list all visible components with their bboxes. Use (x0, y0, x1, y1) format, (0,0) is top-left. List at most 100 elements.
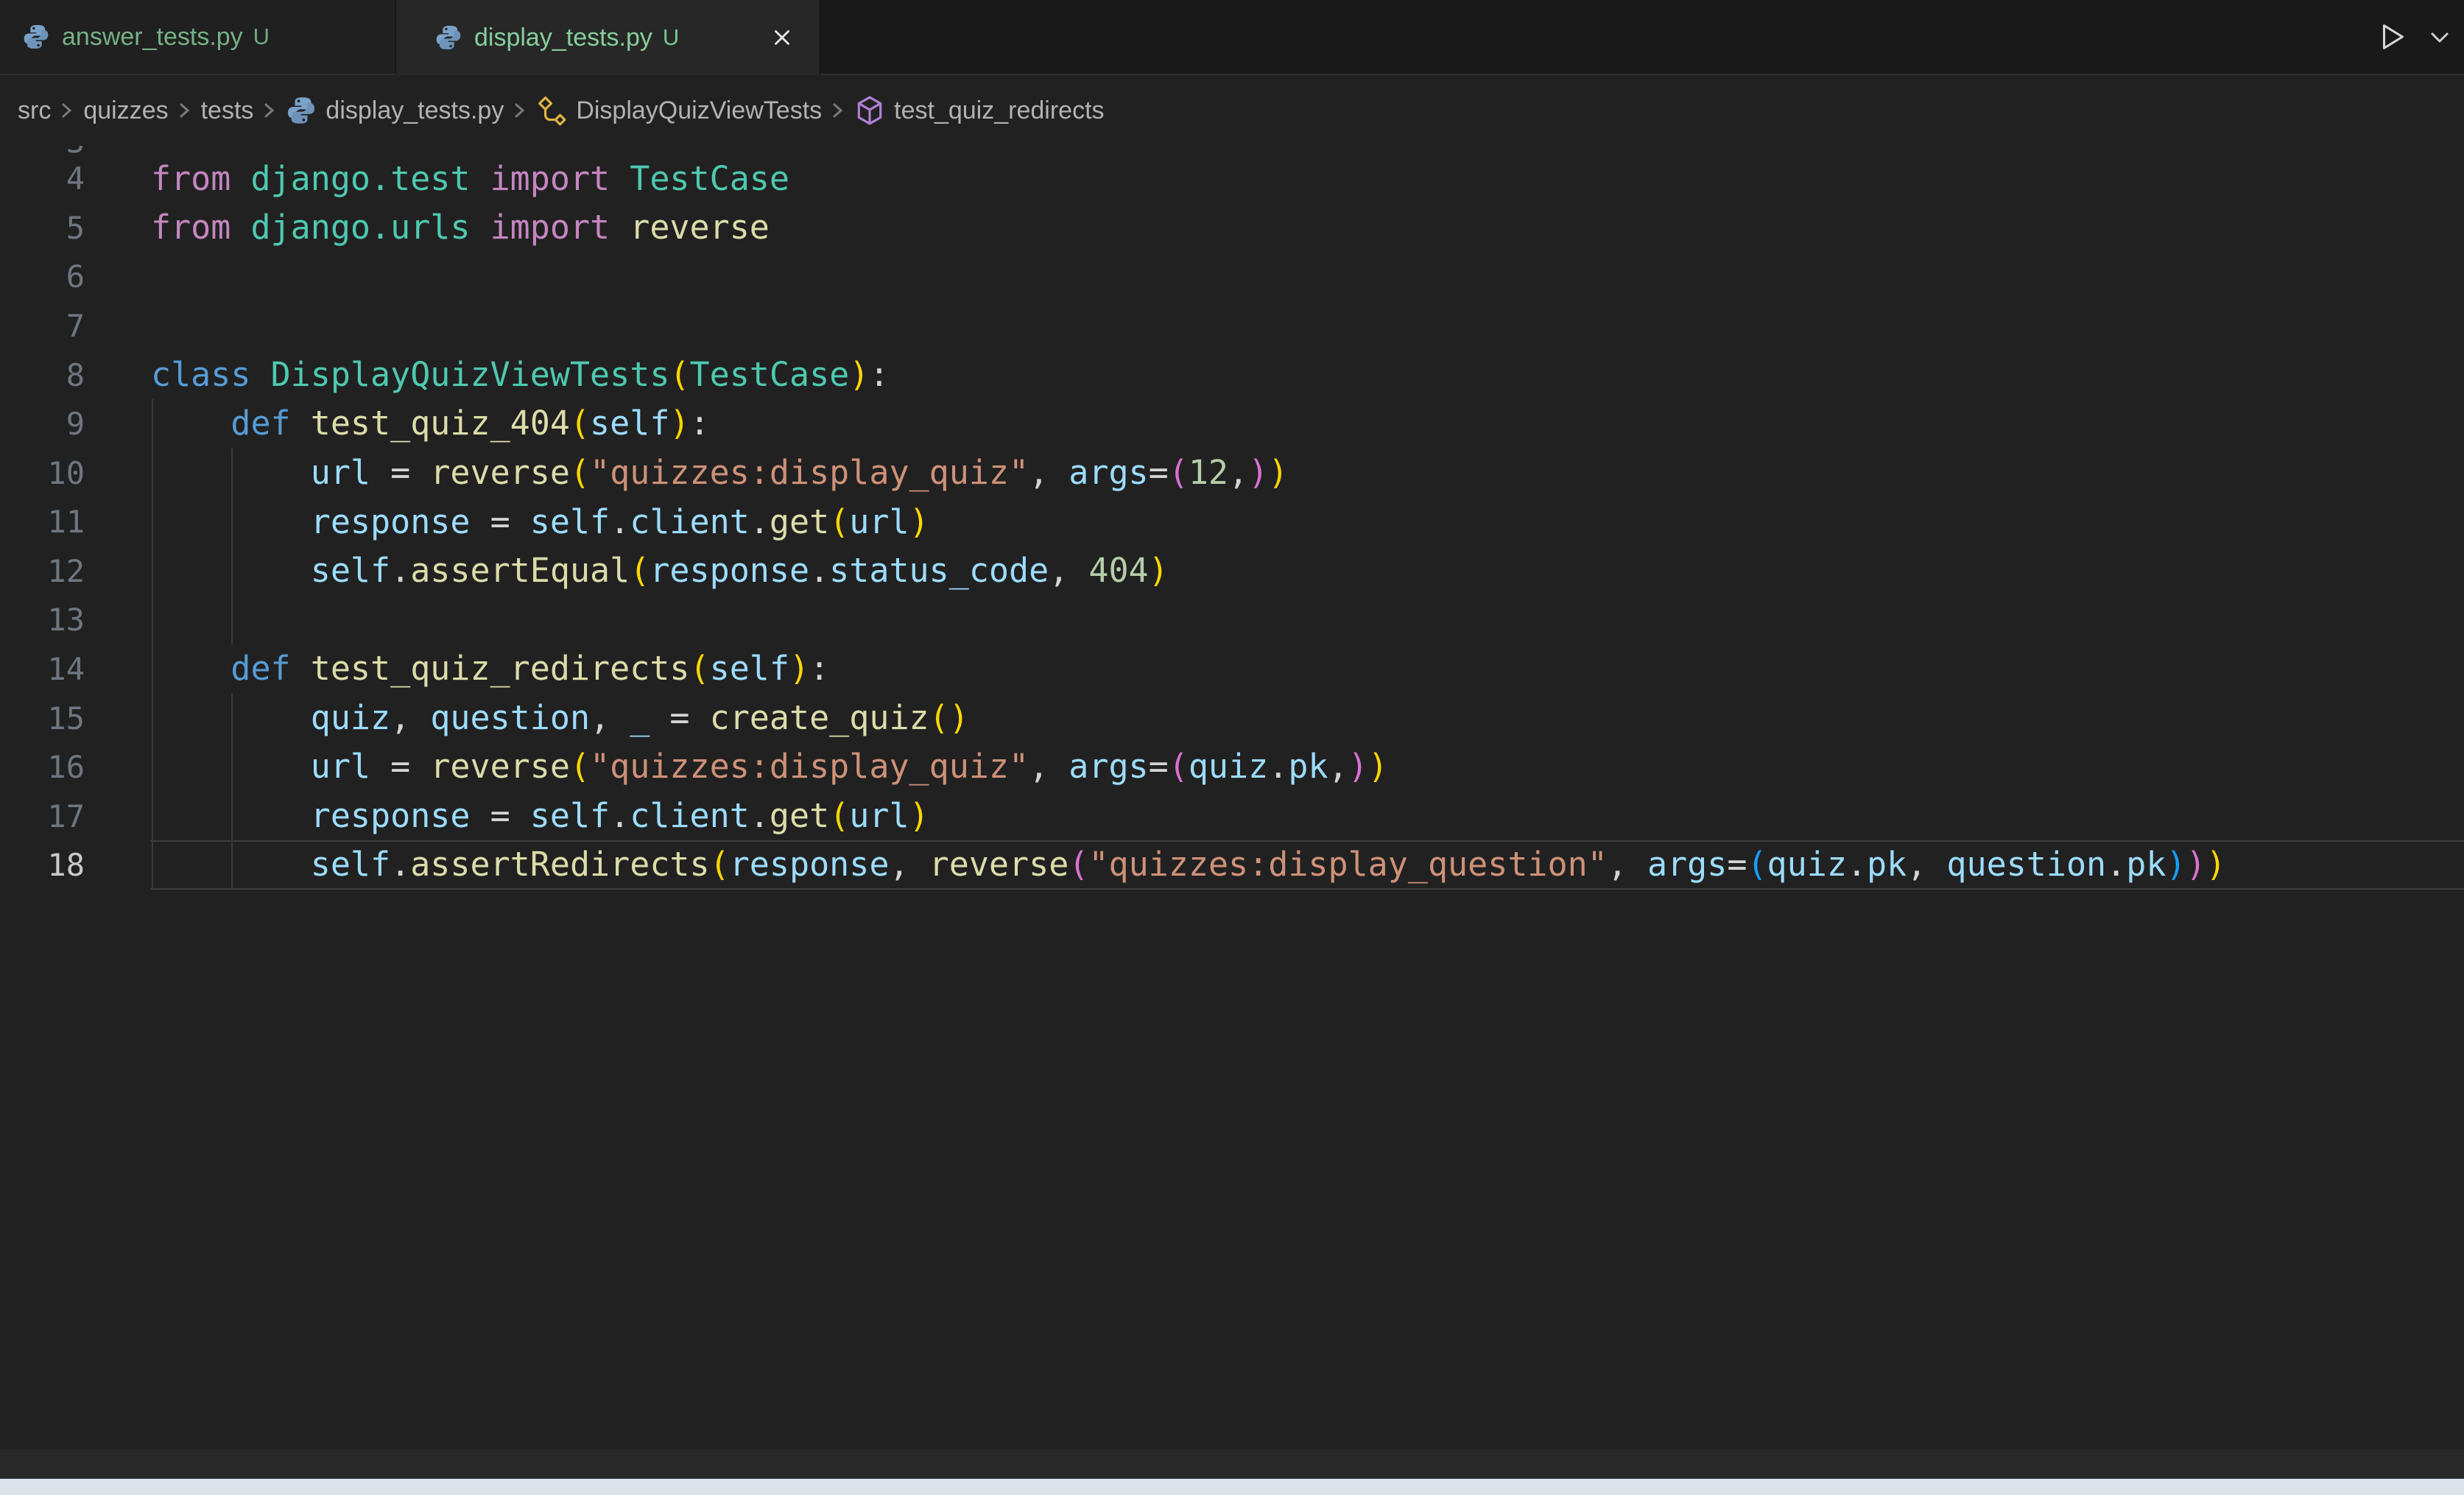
code-line[interactable]: 13 (0, 596, 2464, 645)
vscode-window: { "tabbar": { "tabs": [ {"label": "answe… (0, 0, 2464, 1495)
token-op (151, 796, 311, 835)
token-var: question (430, 698, 590, 737)
token-b1: ) (789, 649, 809, 688)
token-b1: ( (829, 796, 849, 835)
indent-guide (152, 596, 153, 645)
line-number[interactable]: 12 (0, 546, 85, 596)
token-op (151, 747, 311, 786)
token-op: = (1149, 453, 1169, 492)
breadcrumb-item-tests[interactable]: tests (201, 96, 254, 125)
breadcrumb-label: display_tests.py (325, 96, 504, 125)
tab-answer-tests[interactable]: answer_tests.py U (0, 0, 396, 74)
code-line[interactable]: 9 def test_quiz_404(self): (0, 399, 2464, 448)
token-op: . (809, 551, 829, 590)
line-number[interactable]: 15 (0, 694, 85, 743)
token-b1: ( (710, 845, 730, 884)
token-var: response (730, 845, 890, 884)
python-file-icon (22, 23, 50, 51)
token-var: response (311, 502, 471, 541)
token-op: = (370, 747, 430, 786)
token-op: . (750, 502, 770, 541)
code-line[interactable]: 7 (0, 301, 2464, 351)
line-number[interactable]: 4 (0, 155, 85, 204)
code-line-content: from django.test import TestCase (151, 155, 789, 204)
token-var: self (710, 649, 789, 688)
line-number[interactable]: 6 (0, 253, 85, 302)
breadcrumb-item-src[interactable]: src (18, 96, 51, 125)
tab-label: display_tests.py (474, 24, 652, 52)
token-b2: ( (1169, 747, 1189, 786)
token-kwb: def (230, 649, 310, 688)
code-editor[interactable]: 34 from django.test import TestCase5from … (0, 146, 2464, 1449)
token-op: = (1727, 845, 1747, 884)
token-var: args (1647, 845, 1727, 884)
breadcrumb: src quizzes tests display_tests.py Displ… (0, 75, 2464, 146)
breadcrumb-item-quizzes[interactable]: quizzes (83, 96, 168, 125)
token-fn: get (770, 796, 829, 835)
token-cls: TestCase (630, 159, 789, 198)
breadcrumb-item-method[interactable]: test_quiz_redirects (854, 95, 1104, 126)
line-number[interactable]: 14 (0, 644, 85, 694)
code-line[interactable]: 17 response = self.client.get(url) (0, 792, 2464, 841)
code-line[interactable]: 5from django.urls import reverse (0, 203, 2464, 253)
token-b1: ( (829, 502, 849, 541)
chevron-down-icon (2427, 24, 2452, 49)
token-mod: django.test (250, 159, 470, 198)
token-op: = (370, 453, 430, 492)
token-var: self (530, 502, 610, 541)
line-number[interactable]: 11 (0, 498, 85, 547)
close-tab-button[interactable] (770, 25, 795, 50)
code-line[interactable]: 11 response = self.client.get(url) (0, 498, 2464, 547)
token-var: _ (630, 698, 650, 737)
token-op (151, 649, 230, 688)
code-line[interactable]: 16 url = reverse("quizzes:display_quiz",… (0, 742, 2464, 792)
code-line[interactable]: 10 url = reverse("quizzes:display_quiz",… (0, 448, 2464, 498)
token-str: "quizzes:display_quiz" (590, 747, 1029, 786)
token-op: , (1228, 453, 1248, 492)
line-number[interactable]: 9 (0, 399, 85, 448)
code-line[interactable]: 12 self.assertEqual(response.status_code… (0, 546, 2464, 596)
code-line[interactable]: 14 def test_quiz_redirects(self): (0, 644, 2464, 694)
run-python-file-button[interactable] (2376, 20, 2410, 54)
line-number[interactable]: 18 (0, 840, 85, 890)
code-line[interactable]: 3 (0, 146, 2464, 155)
token-fn: reverse (430, 747, 570, 786)
git-untracked-badge: U (253, 24, 270, 50)
token-str: "quizzes:display_question" (1088, 845, 1607, 884)
breadcrumb-label: test_quiz_redirects (894, 96, 1104, 125)
token-op (151, 845, 311, 884)
editor-actions (2376, 0, 2464, 74)
tab-display-tests[interactable]: display_tests.py U (396, 0, 820, 75)
line-number[interactable]: 13 (0, 596, 85, 645)
code-line[interactable]: 4 from django.test import TestCase (0, 155, 2464, 204)
line-number[interactable]: 5 (0, 203, 85, 253)
code-line[interactable]: 6 (0, 253, 2464, 302)
token-var: response (650, 551, 809, 590)
line-number[interactable]: 16 (0, 742, 85, 792)
play-icon (2376, 20, 2410, 54)
tab-label: answer_tests.py (62, 23, 243, 52)
code-line[interactable]: 8 class DisplayQuizViewTests(TestCase): (0, 351, 2464, 400)
token-b1: ( (630, 551, 650, 590)
token-op: , (889, 845, 929, 884)
breadcrumb-item-file[interactable]: display_tests.py (286, 95, 504, 126)
code-line-content: response = self.client.get(url) (151, 792, 929, 841)
line-number[interactable]: 7 (0, 301, 85, 351)
token-var: self (311, 551, 390, 590)
token-op (151, 453, 311, 492)
token-fn: reverse (430, 453, 570, 492)
run-dropdown-button[interactable] (2427, 24, 2452, 49)
code-line[interactable]: 15 quiz, question, _ = create_quiz() (0, 694, 2464, 743)
code-line[interactable]: 18 self.assertRedirects(response, revers… (0, 840, 2464, 890)
close-icon (770, 26, 794, 49)
line-number[interactable]: 17 (0, 792, 85, 841)
token-var: self (530, 796, 610, 835)
breadcrumb-item-class[interactable]: DisplayQuizViewTests (536, 95, 822, 126)
horizontal-scrollbar-track[interactable] (0, 1449, 2464, 1479)
line-number[interactable]: 10 (0, 448, 85, 498)
code-line-content: class DisplayQuizViewTests(TestCase): (151, 351, 889, 400)
line-number[interactable]: 8 (0, 351, 85, 400)
token-var: pk (1867, 845, 1907, 884)
symbol-method-icon (854, 95, 885, 126)
token-op: . (390, 551, 410, 590)
